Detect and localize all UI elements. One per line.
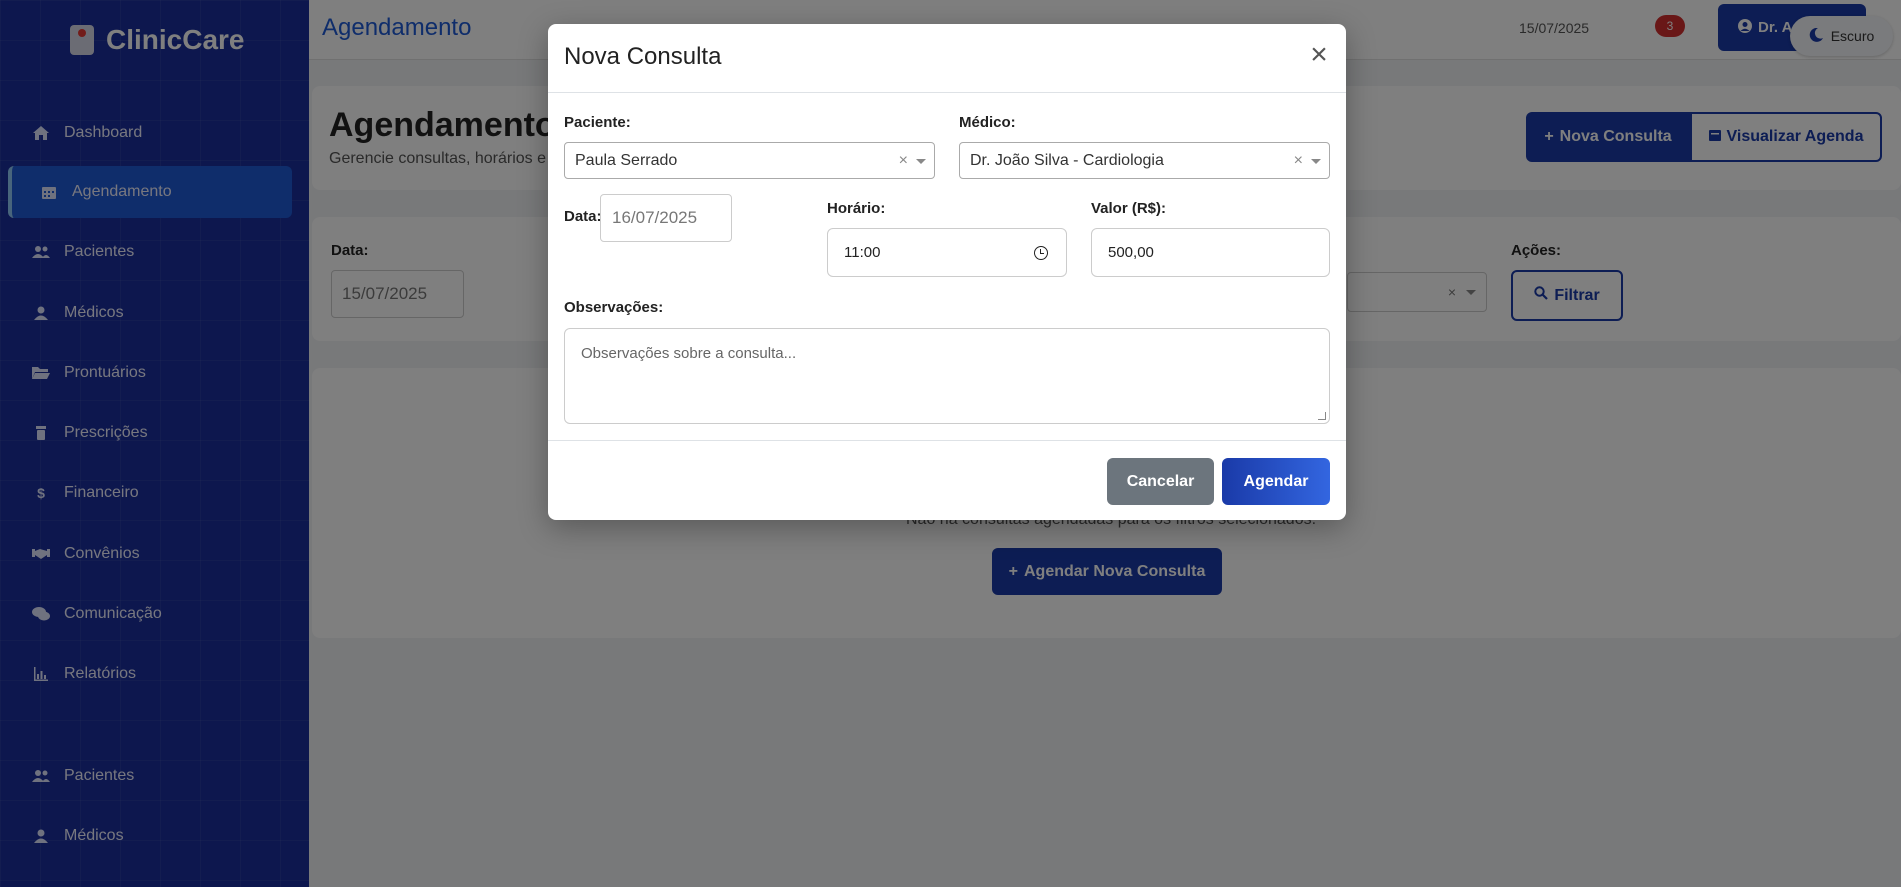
close-icon[interactable]: × [1307,40,1331,70]
patient-label: Paciente: [564,114,631,131]
modal-header: Nova Consulta × [548,24,1346,93]
date-input[interactable]: 16/07/2025 [600,194,732,242]
price-value: 500,00 [1108,244,1154,261]
chevron-down-icon [1311,159,1321,164]
modal-title: Nova Consulta [564,43,722,70]
date-label: Data: [564,208,602,225]
value-input[interactable]: 500,00 [1091,228,1330,277]
new-appointment-modal: Nova Consulta × Paciente: Paula Serrado … [548,24,1346,520]
notes-placeholder: Observações sobre a consulta... [581,345,797,362]
value-label: Valor (R$): [1091,200,1167,217]
cancel-button[interactable]: Cancelar [1107,458,1214,505]
notes-label: Observações: [564,299,664,316]
time-input[interactable]: 11:00 [827,228,1067,277]
chevron-down-icon [916,159,926,164]
doctor-value: Dr. João Silva - Cardiologia [970,151,1164,169]
modal-footer: Cancelar Agendar [548,440,1346,520]
clock-icon[interactable] [1034,246,1048,260]
notes-textarea[interactable]: Observações sobre a consulta... [564,328,1330,424]
clear-icon[interactable]: × [1294,152,1303,170]
time-label: Horário: [827,200,886,217]
schedule-button[interactable]: Agendar [1222,458,1330,505]
resize-handle-icon[interactable] [1318,412,1326,420]
doctor-label: Médico: [959,114,1016,131]
patient-select[interactable]: Paula Serrado × [564,142,935,179]
patient-value: Paula Serrado [575,151,678,169]
time-value: 11:00 [844,244,881,261]
clear-icon[interactable]: × [899,152,908,170]
doctor-select[interactable]: Dr. João Silva - Cardiologia × [959,142,1330,179]
